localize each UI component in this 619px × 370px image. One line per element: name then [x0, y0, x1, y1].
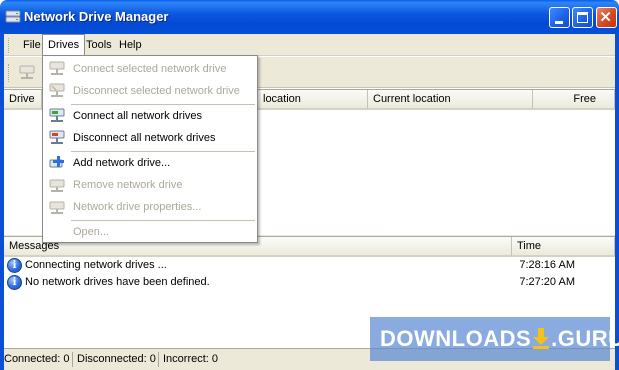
title-bar[interactable]: Network Drive Manager — [0, 0, 619, 34]
status-connected: Connected: 0 — [4, 353, 70, 365]
status-separator — [158, 352, 159, 367]
menuitem-label: Open... — [73, 226, 110, 238]
menuitem-disconnect-selected[interactable]: Disconnect selected network drive — [43, 80, 257, 102]
status-disconnected: Disconnected: 0 — [77, 353, 156, 365]
menuitem-label: Connect all network drives — [73, 110, 203, 122]
network-drive-disconnect-all-icon — [49, 130, 65, 144]
status-separator — [72, 352, 73, 367]
menu-drives[interactable]: Drives — [42, 34, 86, 56]
menuitem-label: Disconnect selected network drive — [73, 85, 240, 97]
status-incorrect: Incorrect: 0 — [163, 353, 219, 365]
menuitem-open[interactable]: Open... — [43, 221, 257, 243]
download-arrow-icon — [533, 328, 550, 349]
remove-drive-icon — [49, 179, 65, 192]
network-drive-icon[interactable] — [18, 65, 36, 81]
drives-menu-dropdown: Connect selected network drive Disconnec… — [42, 55, 258, 243]
menuitem-disconnect-all[interactable]: Disconnect all network drives — [43, 127, 257, 149]
menuitem-label: Add network drive... — [73, 157, 171, 169]
message-time: 7:28:16 AM — [519, 259, 575, 271]
minimize-icon — [555, 21, 563, 24]
column-header-time[interactable]: Time — [512, 237, 615, 257]
menuitem-connect-all[interactable]: Connect all network drives — [43, 105, 257, 127]
menu-help[interactable]: Help — [114, 34, 147, 56]
menuitem-label: Connect selected network drive — [73, 63, 227, 75]
menuitem-label: Disconnect all network drives — [73, 132, 216, 144]
menuitem-drive-properties[interactable]: Network drive properties... — [43, 196, 257, 218]
maximize-icon — [577, 12, 588, 23]
minimize-button[interactable] — [549, 7, 570, 28]
column-header-location[interactable]: location — [258, 90, 368, 110]
network-drive-connect-all-icon — [49, 108, 65, 122]
close-icon — [600, 11, 611, 22]
info-icon: i — [7, 258, 22, 273]
network-drive-disconnect-icon — [49, 83, 65, 97]
message-text: No network drives have been defined. — [25, 276, 210, 288]
window-title: Network Drive Manager — [24, 9, 169, 24]
toolbar-grip[interactable] — [8, 64, 11, 82]
add-drive-icon — [49, 156, 64, 168]
menuitem-label: Network drive properties... — [73, 201, 202, 213]
network-drive-icon — [5, 10, 21, 23]
column-header-drive[interactable]: Drive — [4, 90, 42, 110]
message-row[interactable]: i Connecting network drives ... 7:28:16 … — [4, 257, 615, 274]
menu-tools[interactable]: Tools — [81, 34, 117, 56]
menuitem-add-drive[interactable]: Add network drive... — [43, 152, 257, 174]
menuitem-remove-drive[interactable]: Remove network drive — [43, 174, 257, 196]
watermark-text-right: .GURU — [551, 326, 619, 351]
close-button[interactable] — [596, 7, 617, 28]
watermark-text-left: DOWNLOADS — [380, 326, 532, 351]
maximize-button[interactable] — [572, 7, 593, 28]
column-header-current-location[interactable]: Current location — [368, 90, 533, 110]
watermark: DOWNLOADS .GURU — [370, 317, 619, 361]
drive-properties-icon — [49, 201, 65, 214]
message-time: 7:27:20 AM — [519, 276, 575, 288]
message-row[interactable]: i No network drives have been defined. 7… — [4, 274, 615, 291]
menuitem-connect-selected[interactable]: Connect selected network drive — [43, 58, 257, 80]
info-icon: i — [7, 275, 22, 290]
menuitem-label: Remove network drive — [73, 179, 183, 191]
column-header-free[interactable]: Free — [533, 90, 615, 110]
message-text: Connecting network drives ... — [25, 259, 167, 271]
menu-bar: File Drives Tools Help — [4, 34, 615, 56]
menubar-grip[interactable] — [8, 38, 11, 53]
network-drive-icon — [49, 61, 65, 75]
